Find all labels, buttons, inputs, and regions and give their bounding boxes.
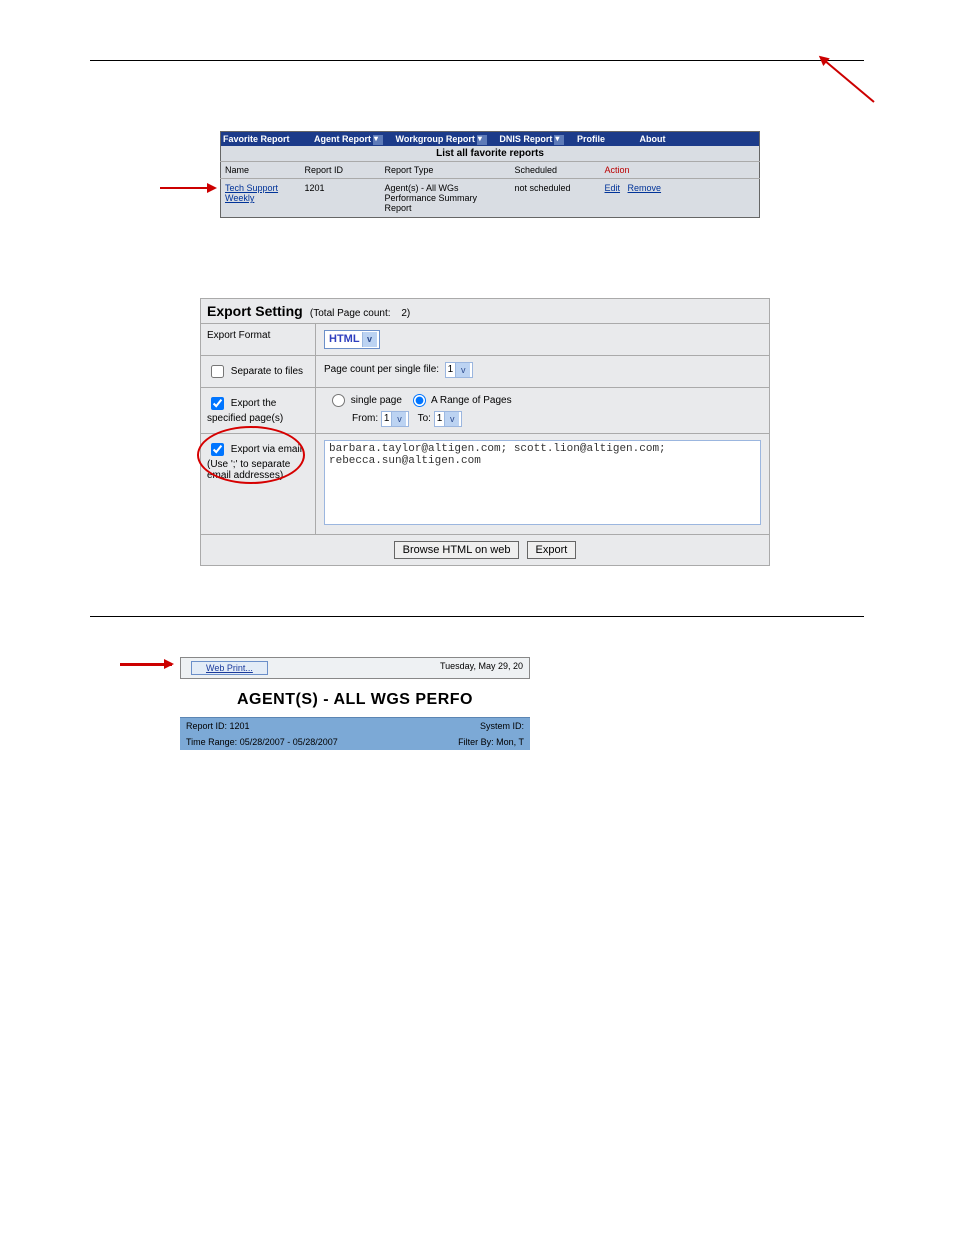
col-report-type: Report Type [381, 162, 511, 179]
col-name: Name [221, 162, 301, 179]
web-print-button[interactable]: Web Print... [191, 661, 268, 675]
report-date: Tuesday, May 29, 20 [440, 661, 523, 671]
edit-link[interactable]: Edit [605, 183, 621, 193]
chevron-down-icon[interactable]: v [455, 363, 470, 377]
col-report-id: Report ID [301, 162, 381, 179]
remove-link[interactable]: Remove [628, 183, 662, 193]
report-title: AGENT(S) - ALL WGS PERFO [180, 679, 530, 717]
col-action: Action [601, 162, 760, 179]
chevron-down-icon[interactable] [477, 135, 487, 145]
page-count-select[interactable]: 1v [445, 362, 474, 378]
report-name-link[interactable]: Tech Support Weekly [225, 183, 278, 203]
export-setting-panel: Export Setting (Total Page count: 2) Exp… [200, 298, 770, 566]
table-row: Tech Support Weekly 1201 Agent(s) - All … [221, 179, 760, 218]
from-select[interactable]: 1v [381, 411, 410, 427]
to-label: To: [418, 413, 431, 424]
menu-favorite[interactable]: Favorite Report [223, 134, 294, 144]
menu-agent[interactable]: Agent Report [314, 134, 387, 144]
arrow-indicator-webprint [120, 663, 172, 666]
chevron-down-icon[interactable] [554, 135, 564, 145]
export-format-select[interactable]: HTMLv [324, 330, 380, 349]
export-setting-title: Export Setting (Total Page count: 2) [201, 299, 770, 324]
menu-about[interactable]: About [639, 134, 669, 144]
arrow-indicator-action [820, 56, 875, 103]
browse-html-button[interactable]: Browse HTML on web [394, 541, 520, 559]
menu-profile[interactable]: Profile [577, 134, 609, 144]
range-pages-radio[interactable] [413, 394, 426, 407]
report-id-cell: 1201 [301, 179, 381, 218]
separate-files-label: Separate to files [231, 366, 303, 377]
report-type-cell: Agent(s) - All WGs Performance Summary R… [381, 179, 511, 218]
export-email-hint: (Use ';' to separate email addresses) [207, 459, 290, 481]
single-page-radio[interactable] [332, 394, 345, 407]
single-page-label: single page [351, 395, 402, 406]
web-print-panel: Web Print... Tuesday, May 29, 20 AGENT(S… [180, 657, 530, 750]
from-label: From: [352, 413, 378, 424]
chevron-down-icon[interactable]: v [391, 412, 406, 426]
filter-by-label: Filter By: Mon, T [458, 737, 524, 747]
menu-workgroup[interactable]: Workgroup Report [396, 134, 491, 144]
report-id-label: Report ID: 1201 [186, 721, 250, 731]
favorite-reports-panel: Favorite Report Agent Report Workgroup R… [220, 131, 760, 218]
export-email-checkbox[interactable] [211, 443, 224, 456]
time-range-label: Time Range: 05/28/2007 - 05/28/2007 [186, 737, 338, 747]
to-select[interactable]: 1v [434, 411, 463, 427]
separate-files-checkbox[interactable] [211, 365, 224, 378]
chevron-down-icon[interactable] [373, 135, 383, 145]
email-addresses-textarea[interactable] [324, 440, 761, 525]
export-format-label: Export Format [201, 324, 316, 356]
col-scheduled: Scheduled [511, 162, 601, 179]
menu-dnis[interactable]: DNIS Report [499, 134, 568, 144]
arrow-indicator-left [160, 187, 215, 189]
export-button[interactable]: Export [527, 541, 577, 559]
scheduled-cell: not scheduled [511, 179, 601, 218]
range-pages-label: A Range of Pages [431, 395, 512, 406]
chevron-down-icon[interactable]: v [444, 412, 459, 426]
export-specified-checkbox[interactable] [211, 397, 224, 410]
menu-bar: Favorite Report Agent Report Workgroup R… [221, 132, 760, 147]
system-id-label: System ID: [480, 721, 524, 731]
favorite-reports-title: List all favorite reports [221, 146, 760, 162]
page-count-label: Page count per single file: [324, 364, 439, 375]
export-email-label: Export via email [231, 444, 302, 455]
chevron-down-icon[interactable]: v [362, 332, 377, 347]
